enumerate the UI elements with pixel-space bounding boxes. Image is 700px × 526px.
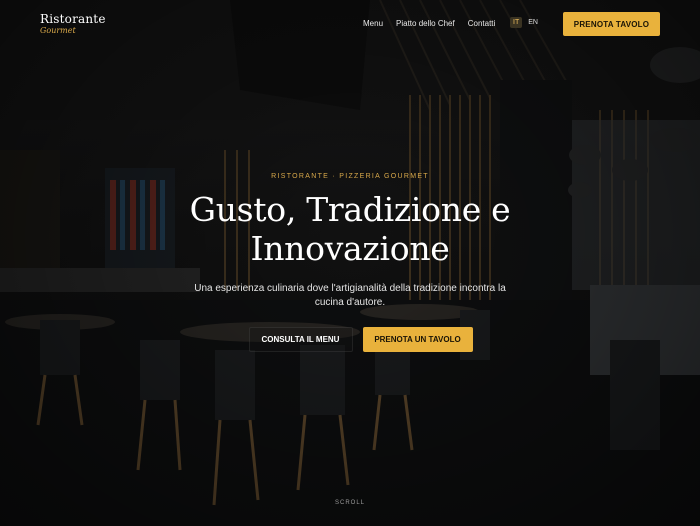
hero-subtitle: Una esperienza culinaria dove l'artigian…	[194, 283, 506, 308]
site-header: Ristorante Gourmet Menu Piatto dello Che…	[0, 0, 700, 48]
book-table-button[interactable]: PRENOTA TAVOLO	[563, 12, 660, 36]
main-nav: Menu Piatto dello Chef Contatti	[363, 19, 508, 28]
language-switcher: IT EN	[510, 17, 541, 28]
hero-section: RISTORANTE · PIZZERIA GOURMET Gusto, Tra…	[0, 0, 700, 526]
nav-item-menu[interactable]: Menu	[363, 19, 383, 28]
lang-option-it[interactable]: IT	[510, 17, 523, 28]
lang-option-en[interactable]: EN	[525, 17, 541, 28]
nav-item-contacts[interactable]: Contatti	[468, 19, 496, 28]
nav-item-chef-dish[interactable]: Piatto dello Chef	[396, 19, 455, 28]
scroll-indicator[interactable]: SCROLL	[0, 500, 700, 506]
brand-tagline: Gourmet	[40, 26, 76, 35]
book-a-table-button[interactable]: PRENOTA UN TAVOLO	[362, 327, 473, 352]
brand-logo[interactable]: Ristorante Gourmet	[40, 13, 106, 35]
brand-name: Ristorante	[40, 12, 106, 26]
hero-title: Gusto, Tradizione e Innovazione	[189, 190, 511, 268]
hero-actions: CONSULTA IL MENU PRENOTA UN TAVOLO	[0, 327, 700, 352]
hero-eyebrow: RISTORANTE · PIZZERIA GOURMET	[271, 173, 429, 180]
view-menu-button[interactable]: CONSULTA IL MENU	[248, 327, 353, 352]
